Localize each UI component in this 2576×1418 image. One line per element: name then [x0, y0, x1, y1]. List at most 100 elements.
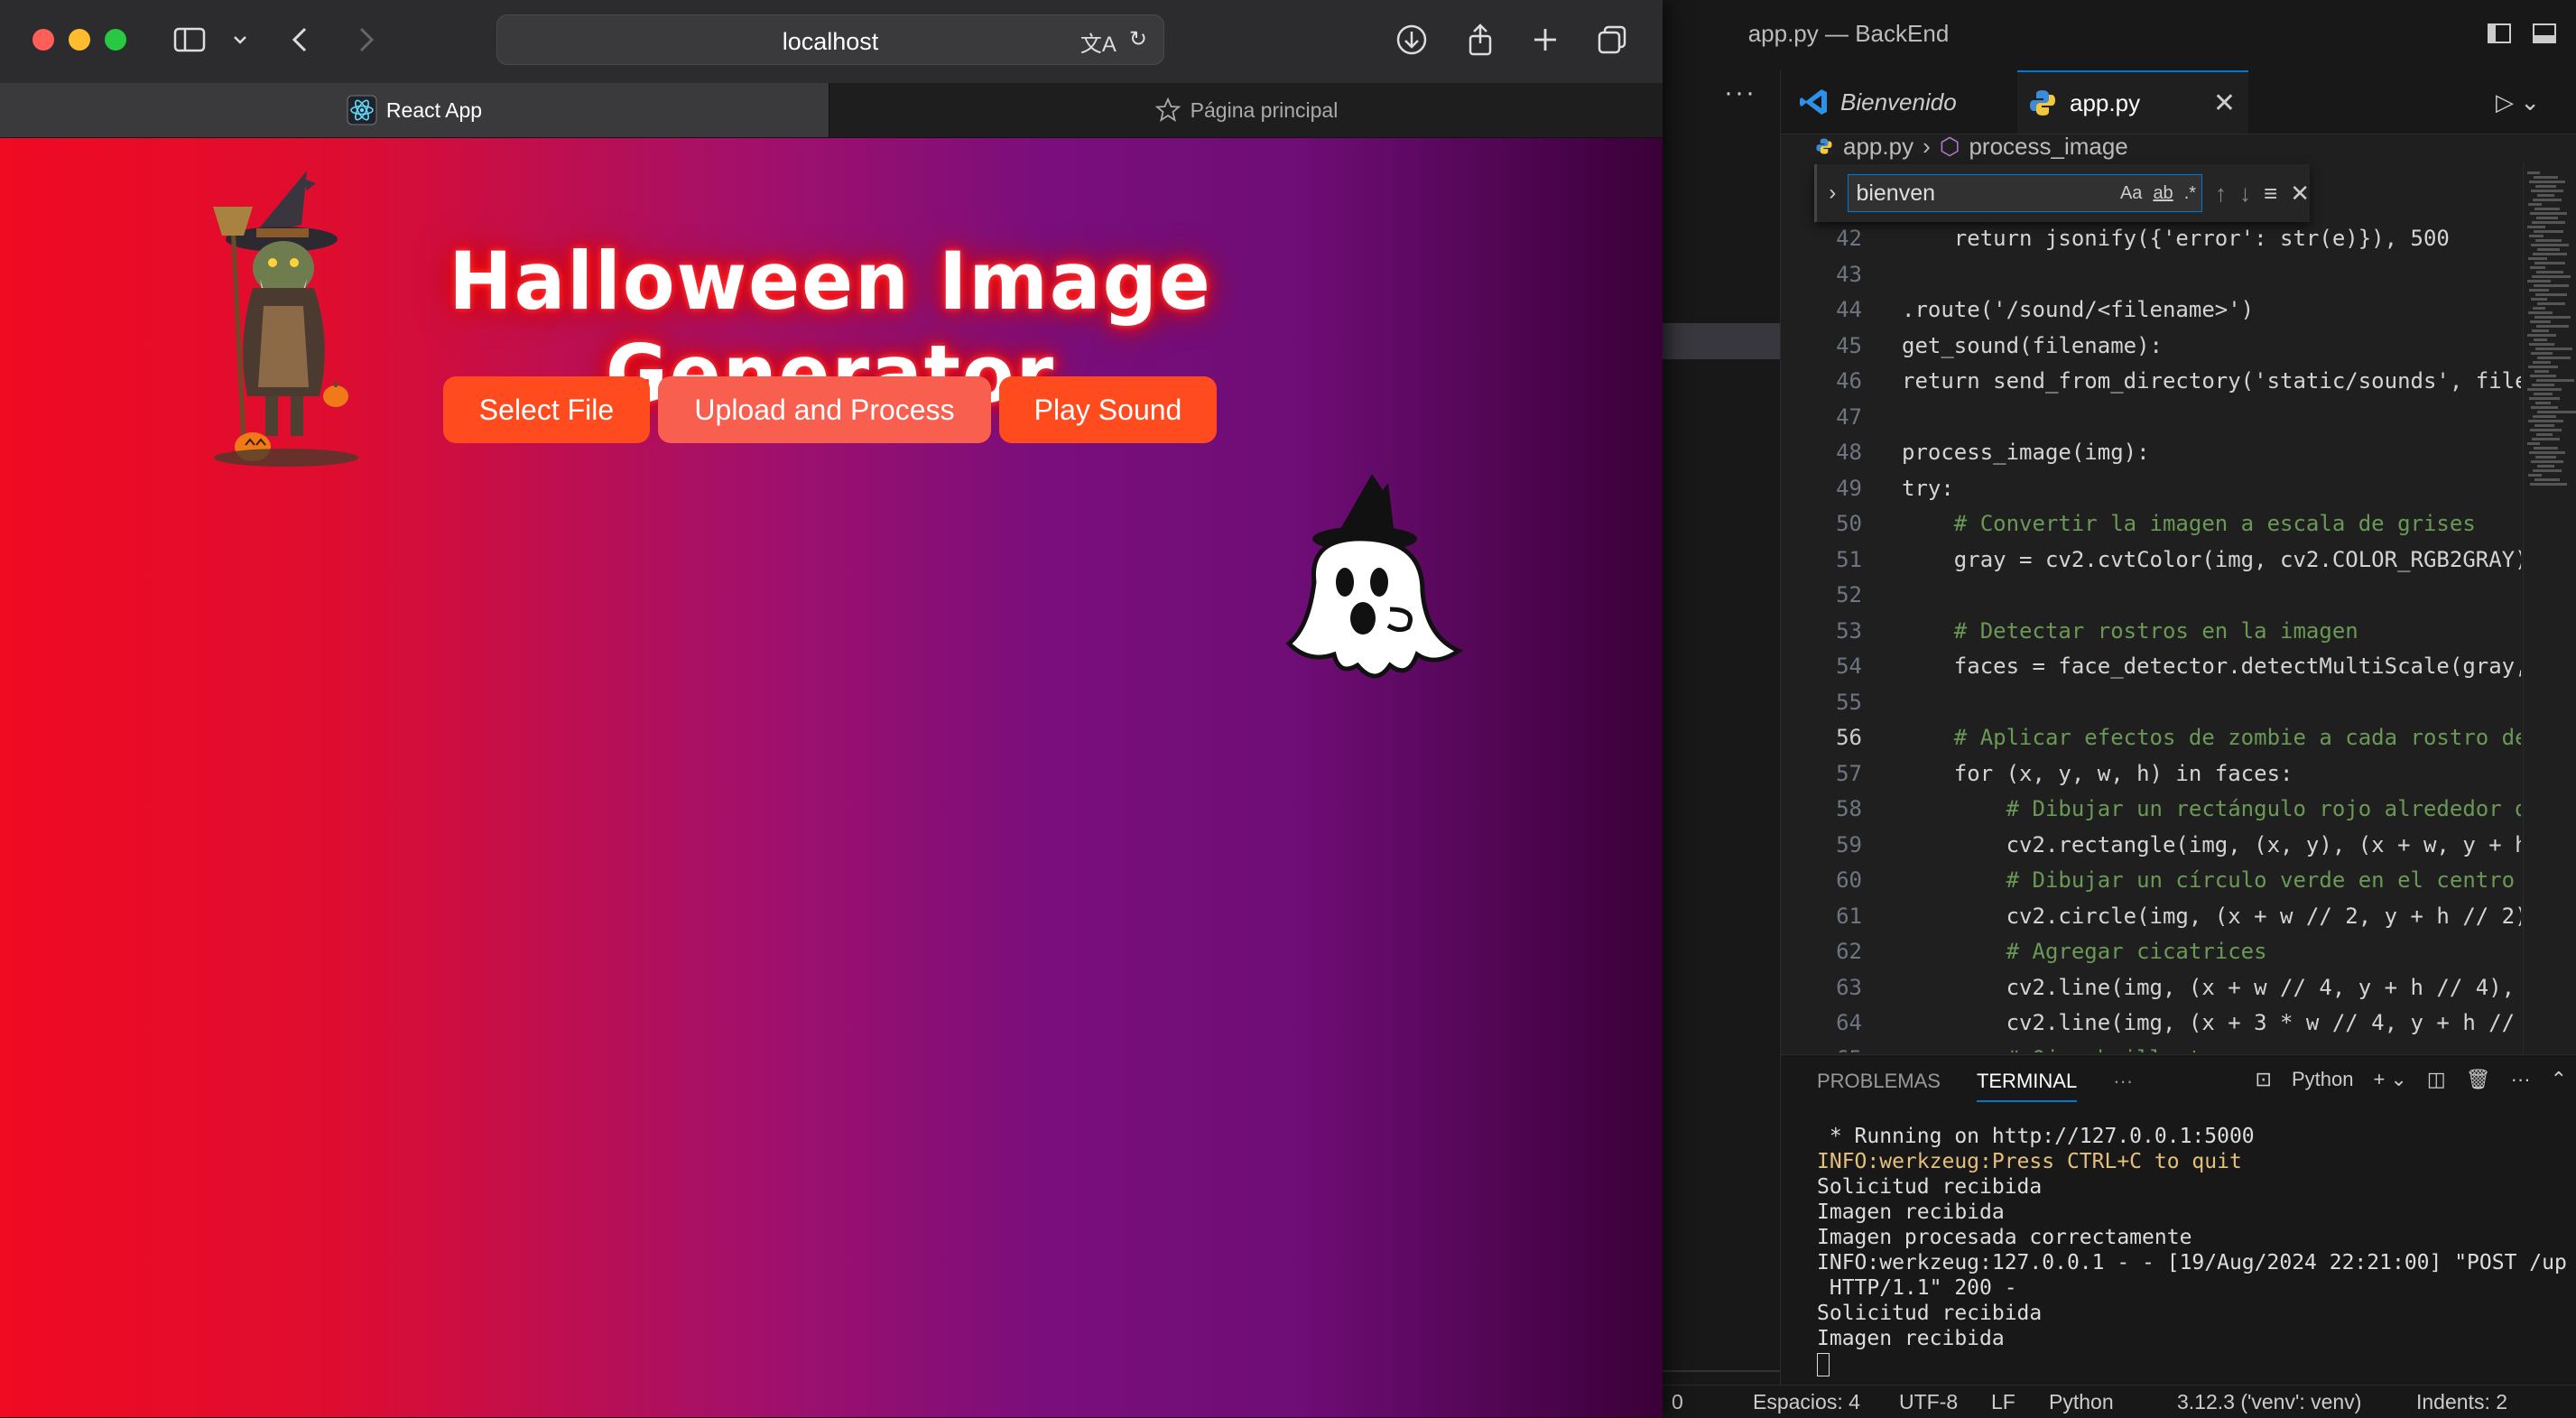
minimap-line [2534, 316, 2571, 319]
tab-app-py[interactable]: app.py ✕ [2017, 70, 2248, 134]
problems-count[interactable]: 0 [1672, 1390, 1683, 1414]
toggle-primary-sidebar-icon[interactable] [2486, 20, 2513, 47]
split-terminal-icon[interactable]: ◫ [2427, 1068, 2446, 1091]
code-line[interactable]: 42 return jsonify({'error': str(e)}), 50… [1781, 222, 2521, 255]
line-number: 61 [1836, 903, 1862, 929]
minimap-line [2530, 429, 2562, 431]
toggle-panel-icon[interactable] [2531, 20, 2558, 47]
status-encoding[interactable]: UTF-8 [1899, 1390, 1958, 1414]
whole-word-icon[interactable]: ab [2153, 183, 2173, 204]
terminal-cursor[interactable] [1817, 1353, 1830, 1376]
more-panel-icon[interactable]: ··· [2113, 1070, 2133, 1102]
more-actions-icon[interactable]: ··· [1724, 78, 1756, 108]
code-line[interactable]: 53 # Detectar rostros en la imagen [1781, 615, 2521, 647]
zoom-light[interactable] [105, 29, 126, 51]
share-icon[interactable] [1462, 22, 1498, 58]
translate-icon[interactable]: 文A [1080, 26, 1117, 58]
terminal-output[interactable]: * Running on http://127.0.0.1:5000 INFO:w… [1817, 1124, 2567, 1376]
tab-pagina-principal[interactable]: Página principal [829, 83, 1663, 137]
match-case-icon[interactable]: Aa [2120, 183, 2142, 204]
previous-match-icon[interactable]: ↑ [2215, 180, 2227, 208]
code-line[interactable]: 44 .route('/sound/<filename>') [1781, 293, 2521, 326]
status-indents[interactable]: Indents: 2 [2416, 1390, 2507, 1414]
code-line[interactable]: 58 # Dibujar un rectángulo rojo alrededo… [1781, 792, 2521, 825]
trash-icon[interactable]: 🗑 [2466, 1068, 2491, 1091]
minimap-line [2537, 302, 2565, 305]
code-line[interactable]: 63 cv2.line(img, (x + w // 4, y + h // 4… [1781, 971, 2521, 1004]
code-line[interactable]: 65 # Ojos brillantes [1781, 1043, 2521, 1053]
minimap-line [2534, 176, 2558, 179]
upload-and-process-button[interactable]: Upload and Process [658, 376, 991, 443]
tab-terminal[interactable]: TERMINAL [1976, 1070, 2078, 1102]
minimap-line [2534, 478, 2560, 481]
code-line[interactable]: 51 gray = cv2.cvtColor(img, cv2.COLOR_RG… [1781, 543, 2521, 576]
tab-react-app[interactable]: React App [0, 83, 829, 137]
find-input[interactable]: bienven Aa ab .* [1848, 174, 2203, 212]
code-line[interactable]: 62 # Agregar cicatrices [1781, 935, 2521, 968]
status-language[interactable]: Python [2049, 1390, 2114, 1414]
minimap-line [2534, 208, 2560, 210]
minimap-line [2536, 379, 2574, 382]
minimap[interactable] [2523, 162, 2576, 1056]
chevron-up-icon[interactable]: ⌃ [2551, 1068, 2567, 1091]
line-number: 65 [1781, 1043, 1862, 1053]
status-interpreter[interactable]: 3.12.3 ('venv': venv) [2177, 1390, 2361, 1414]
line-number: 54 [1836, 653, 1862, 679]
tabs-icon[interactable] [1594, 22, 1630, 58]
forward-icon[interactable] [352, 22, 379, 58]
code-line[interactable]: 49 try: [1781, 472, 2521, 505]
new-terminal-icon[interactable]: + ⌄ [2373, 1068, 2406, 1091]
close-find-icon[interactable]: ✕ [2290, 180, 2310, 208]
code-line[interactable]: 56 # Aplicar efectos de zombie a cada ro… [1781, 721, 2521, 754]
line-number: 60 [1836, 867, 1862, 893]
more-icon[interactable]: ··· [2511, 1068, 2531, 1091]
minimap-line [2530, 212, 2567, 215]
code-line[interactable]: 54 faces = face_detector.detectMultiScal… [1781, 650, 2521, 682]
terminal-shell-label[interactable]: Python [2292, 1068, 2354, 1091]
vscode-sidebar: ··· [1663, 70, 1781, 1385]
code-editor[interactable]: 42 return jsonify({'error': str(e)}), 50… [1781, 222, 2521, 1052]
code-line[interactable]: 57 for (x, y, w, h) in faces: [1781, 757, 2521, 790]
close-light[interactable] [32, 29, 54, 51]
line-number: 51 [1836, 546, 1862, 572]
status-eol[interactable]: LF [1991, 1390, 2015, 1414]
status-spaces[interactable]: Espacios: 4 [1753, 1390, 1860, 1414]
code-line[interactable]: 48 process_image(img): [1781, 436, 2521, 468]
code-line[interactable]: 61 cv2.circle(img, (x + w // 2, y + h //… [1781, 900, 2521, 932]
minimize-light[interactable] [69, 29, 90, 51]
minimap-line [2534, 447, 2558, 449]
code-text: # Dibujar un rectángulo rojo alrededor d [1902, 796, 2521, 821]
address-bar[interactable]: localhost 文A ↻ [496, 14, 1164, 65]
sidebar-icon[interactable] [171, 22, 208, 58]
run-icon[interactable]: ▷ ⌄ [2496, 88, 2540, 116]
code-line[interactable]: 50 # Convertir la imagen a escala de gri… [1781, 507, 2521, 540]
code-text: for (x, y, w, h) in faces: [1902, 760, 2293, 786]
tab-bienvenido[interactable]: Bienvenido [1797, 70, 2014, 134]
chevron-down-icon[interactable] [231, 22, 249, 58]
breadcrumb-file[interactable]: app.py [1843, 133, 1913, 161]
code-line[interactable]: 46 return send_from_directory('static/sou… [1781, 365, 2521, 397]
code-line[interactable]: 52 [1781, 579, 2521, 611]
regex-icon[interactable]: .* [2184, 183, 2196, 204]
reload-icon[interactable]: ↻ [1129, 26, 1147, 58]
code-line[interactable]: 45 get_sound(filename): [1781, 329, 2521, 362]
play-sound-button[interactable]: Play Sound [999, 376, 1217, 443]
download-icon[interactable] [1394, 22, 1430, 58]
find-in-selection-icon[interactable]: ≡ [2264, 180, 2277, 208]
code-line[interactable]: 59 cv2.rectangle(img, (x, y), (x + w, y … [1781, 829, 2521, 861]
next-match-icon[interactable]: ↓ [2239, 180, 2251, 208]
back-icon[interactable] [287, 22, 314, 58]
code-line[interactable]: 64 cv2.line(img, (x + 3 * w // 4, y + h … [1781, 1006, 2521, 1039]
code-line[interactable]: 43 [1781, 258, 2521, 291]
close-tab-icon[interactable]: ✕ [2213, 88, 2236, 119]
breadcrumb-symbol[interactable]: process_image [1969, 133, 2127, 161]
code-line[interactable]: 55 [1781, 686, 2521, 718]
code-line[interactable]: 60 # Dibujar un círculo verde en el cent… [1781, 864, 2521, 896]
select-file-button[interactable]: Select File [443, 376, 650, 443]
code-line[interactable]: 47 [1781, 401, 2521, 433]
tab-problemas[interactable]: PROBLEMAS [1817, 1070, 1941, 1102]
toggle-replace-icon[interactable]: › [1817, 181, 1848, 206]
plus-icon[interactable] [1527, 22, 1563, 58]
code-text: return send_from_directory('static/sound… [1902, 368, 2521, 394]
sidebar-selected-row[interactable] [1663, 323, 1780, 359]
